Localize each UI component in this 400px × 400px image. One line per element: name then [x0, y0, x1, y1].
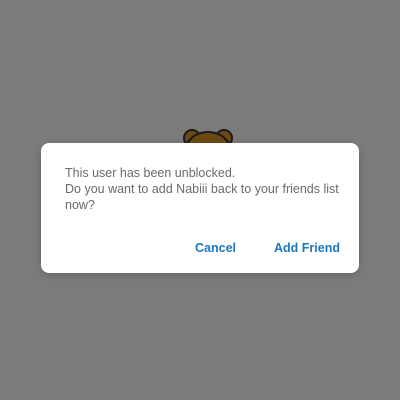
- unblock-dialog: This user has been unblocked. Do you wan…: [41, 143, 359, 273]
- add-friend-button[interactable]: Add Friend: [274, 237, 340, 259]
- cancel-button[interactable]: Cancel: [195, 237, 236, 259]
- dialog-message-line: This user has been unblocked.: [65, 166, 236, 180]
- dialog-message-line: now?: [65, 198, 95, 212]
- dialog-message-line: Do you want to add Nabiii back to your f…: [65, 182, 339, 196]
- dialog-actions: Cancel Add Friend: [41, 237, 359, 261]
- dialog-message: This user has been unblocked. Do you wan…: [65, 165, 341, 213]
